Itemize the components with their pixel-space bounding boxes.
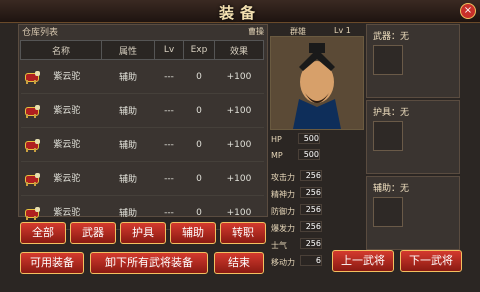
camel-icon bbox=[23, 104, 41, 118]
table-row[interactable]: 紫云驼 辅助 --- 0 +100 bbox=[20, 127, 264, 162]
hp-value: 500 bbox=[298, 133, 320, 144]
item-exp: 0 bbox=[183, 93, 215, 128]
next-hero-button[interactable]: 下一武将 bbox=[400, 250, 462, 272]
item-attr: 辅助 bbox=[101, 127, 155, 162]
end-button[interactable]: 结束 bbox=[214, 252, 264, 274]
filter-all-button[interactable]: 全部 bbox=[20, 222, 66, 244]
filter-armor-button[interactable]: 护具 bbox=[120, 222, 166, 244]
camel-icon bbox=[23, 70, 41, 84]
item-name: 紫云驼 bbox=[53, 106, 81, 117]
item-exp: 0 bbox=[183, 161, 215, 196]
mp-value: 500 bbox=[298, 149, 320, 160]
item-attr: 辅助 bbox=[101, 93, 155, 128]
prev-hero-button[interactable]: 上一武将 bbox=[332, 250, 394, 272]
aux-label: 辅助：无 bbox=[373, 184, 410, 194]
filter-weapon-button[interactable]: 武器 bbox=[70, 222, 116, 244]
item-exp: 0 bbox=[183, 127, 215, 162]
col-exp: Exp bbox=[183, 40, 215, 60]
move-label: 移动力 bbox=[271, 258, 295, 267]
window-title: 装备 bbox=[218, 4, 261, 22]
table-row[interactable]: 紫云驼 辅助 --- 0 +100 bbox=[20, 93, 264, 128]
item-lv: --- bbox=[154, 59, 184, 94]
mp-label: MP bbox=[271, 151, 283, 160]
col-effect: 效果 bbox=[214, 40, 264, 60]
hero-name: 曹操 bbox=[248, 27, 264, 36]
item-attr: 辅助 bbox=[101, 161, 155, 196]
item-name: 紫云驼 bbox=[53, 140, 81, 151]
attack-value: 256 bbox=[300, 170, 322, 181]
inventory-table: 名称 属性 Lv Exp 效果 紫云驼 辅助 --- 0 +100 紫云驼 辅助… bbox=[20, 40, 264, 230]
usable-equip-button[interactable]: 可用装备 bbox=[20, 252, 84, 274]
item-effect: +100 bbox=[214, 93, 264, 128]
aux-slot[interactable] bbox=[373, 197, 403, 227]
item-name: 紫云驼 bbox=[53, 174, 81, 185]
item-name-cell: 紫云驼 bbox=[20, 127, 102, 162]
item-name-cell: 紫云驼 bbox=[20, 59, 102, 94]
item-effect: +100 bbox=[214, 127, 264, 162]
equip-aux-panel: 辅助：无 bbox=[366, 176, 460, 250]
defense-value: 256 bbox=[300, 204, 322, 215]
equip-weapon-panel: 武器：无 bbox=[366, 24, 460, 98]
item-name: 紫云驼 bbox=[53, 72, 81, 83]
burst-label: 爆发力 bbox=[271, 224, 295, 233]
attack-label: 攻击力 bbox=[271, 173, 295, 182]
item-name-cell: 紫云驼 bbox=[20, 93, 102, 128]
item-effect: +100 bbox=[214, 161, 264, 196]
filter-aux-button[interactable]: 辅助 bbox=[170, 222, 216, 244]
morale-value: 256 bbox=[300, 238, 322, 249]
item-name: 紫云驼 bbox=[53, 208, 81, 219]
title-bar: 装备 × bbox=[0, 0, 480, 23]
armor-label: 护具：无 bbox=[373, 108, 410, 118]
item-effect: +100 bbox=[214, 59, 264, 94]
item-attr: 辅助 bbox=[101, 59, 155, 94]
armor-slot[interactable] bbox=[373, 121, 403, 151]
hero-level: Lv 1 bbox=[334, 26, 351, 35]
col-attr: 属性 bbox=[101, 40, 155, 60]
camel-icon bbox=[23, 206, 41, 220]
item-exp: 0 bbox=[183, 59, 215, 94]
hero-portrait bbox=[270, 36, 364, 130]
table-row[interactable]: 紫云驼 辅助 --- 0 +100 bbox=[20, 59, 264, 94]
unequip-all-button[interactable]: 卸下所有武将装备 bbox=[90, 252, 208, 274]
defense-label: 防御力 bbox=[271, 207, 295, 216]
item-lv: --- bbox=[154, 93, 184, 128]
table-row[interactable]: 紫云驼 辅助 --- 0 +100 bbox=[20, 161, 264, 196]
weapon-label: 武器：无 bbox=[373, 32, 410, 42]
spirit-value: 256 bbox=[300, 187, 322, 198]
hp-label: HP bbox=[271, 135, 282, 144]
item-lv: --- bbox=[154, 161, 184, 196]
camel-icon bbox=[23, 172, 41, 186]
spirit-label: 精神力 bbox=[271, 190, 295, 199]
burst-value: 256 bbox=[300, 221, 322, 232]
transfer-job-button[interactable]: 转职 bbox=[220, 222, 266, 244]
inventory-label: 仓库列表 bbox=[22, 28, 59, 38]
equipment-window: 装备 × 仓库列表 名称 属性 Lv Exp 效果 紫云驼 辅助 --- 0 +… bbox=[0, 0, 480, 292]
col-name: 名称 bbox=[20, 40, 102, 60]
col-lv: Lv bbox=[154, 40, 184, 60]
close-icon[interactable]: × bbox=[460, 3, 476, 19]
equip-armor-panel: 护具：无 bbox=[366, 100, 460, 174]
item-name-cell: 紫云驼 bbox=[20, 161, 102, 196]
morale-label: 士气 bbox=[271, 241, 287, 250]
camel-icon bbox=[23, 138, 41, 152]
item-lv: --- bbox=[154, 127, 184, 162]
weapon-slot[interactable] bbox=[373, 45, 403, 75]
move-value: 6 bbox=[300, 255, 322, 266]
